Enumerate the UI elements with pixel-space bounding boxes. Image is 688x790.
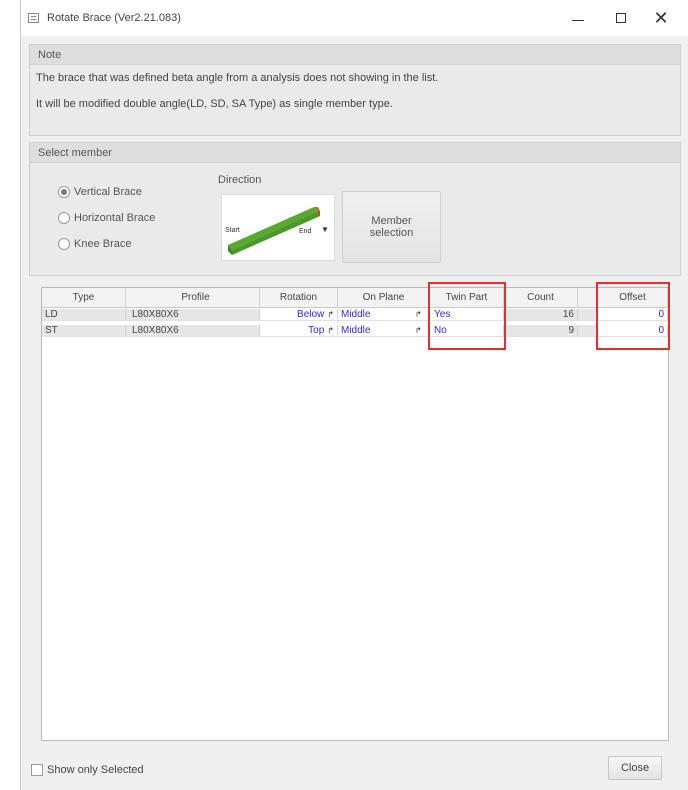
direction-dropdown-icon[interactable]: ▼ bbox=[321, 225, 329, 234]
vertical-brace-label: Vertical Brace bbox=[74, 186, 142, 198]
on-plane-value: Middle bbox=[341, 325, 371, 336]
header-count[interactable]: Count bbox=[504, 288, 578, 308]
cell-blank bbox=[578, 309, 598, 321]
note-line-1: The brace that was defined beta angle fr… bbox=[36, 72, 439, 84]
on-plane-value: Middle bbox=[341, 309, 371, 320]
cell-count: 16 bbox=[504, 309, 578, 321]
knee-brace-radio[interactable]: Knee Brace bbox=[58, 238, 131, 250]
twin-part-highlight bbox=[428, 282, 506, 350]
radio-unchecked-icon[interactable] bbox=[58, 212, 70, 224]
select-member-header: Select member bbox=[30, 143, 680, 163]
member-selection-button[interactable]: Member selection bbox=[342, 191, 441, 263]
header-on-plane[interactable]: On Plane bbox=[338, 288, 430, 308]
dropdown-icon[interactable]: ↱ bbox=[327, 310, 334, 319]
header-profile[interactable]: Profile bbox=[126, 288, 260, 308]
cell-rotation[interactable]: Below ↱ bbox=[260, 309, 338, 321]
maximize-button[interactable] bbox=[601, 6, 641, 30]
knee-brace-label: Knee Brace bbox=[74, 238, 132, 250]
radio-unchecked-icon[interactable] bbox=[58, 238, 70, 250]
note-header: Note bbox=[30, 45, 680, 65]
grid-header: Type Profile Rotation On Plane Twin Part… bbox=[42, 288, 668, 308]
rotation-value: Below bbox=[297, 309, 325, 320]
header-blank bbox=[578, 288, 598, 308]
table-row[interactable]: LD L80X80X6 Below ↱ Middle ↱ Yes 16 0 bbox=[42, 309, 668, 321]
cell-on-plane[interactable]: Middle ↱ bbox=[338, 309, 430, 321]
table-row[interactable]: ST L80X80X6 Top ↱ Middle ↱ No 9 0 bbox=[42, 325, 668, 337]
vertical-brace-radio[interactable]: Vertical Brace bbox=[58, 186, 142, 198]
direction-start-label: Start bbox=[225, 227, 240, 234]
header-rotation[interactable]: Rotation bbox=[260, 288, 338, 308]
cell-count: 9 bbox=[504, 325, 578, 337]
rotate-brace-window: Rotate Brace (Ver2.21.083) ✕ Note The br… bbox=[20, 0, 688, 790]
close-icon: ✕ bbox=[653, 7, 669, 29]
cell-type: ST bbox=[42, 325, 126, 337]
horizontal-brace-label: Horizontal Brace bbox=[74, 212, 156, 224]
title-bar[interactable]: Rotate Brace (Ver2.21.083) ✕ bbox=[21, 0, 688, 36]
cell-profile: L80X80X6 bbox=[126, 309, 260, 321]
select-member-group: Select member Vertical Brace Horizontal … bbox=[29, 142, 681, 276]
offset-highlight bbox=[596, 282, 670, 350]
maximize-icon bbox=[616, 13, 626, 23]
show-only-selected-label: Show only Selected bbox=[47, 764, 144, 776]
dropdown-icon[interactable]: ↱ bbox=[327, 326, 334, 335]
cell-type: LD bbox=[42, 309, 126, 321]
dropdown-icon[interactable]: ↱ bbox=[415, 310, 422, 319]
radio-checked-icon[interactable] bbox=[58, 186, 70, 198]
close-window-button[interactable]: ✕ bbox=[641, 6, 681, 30]
show-only-selected-checkbox[interactable]: Show only Selected bbox=[31, 764, 144, 776]
dropdown-icon[interactable]: ↱ bbox=[415, 326, 422, 335]
minimize-button[interactable] bbox=[558, 6, 598, 30]
brace-grid[interactable]: Type Profile Rotation On Plane Twin Part… bbox=[41, 287, 669, 741]
rotation-value: Top bbox=[308, 325, 325, 336]
checkbox-icon[interactable] bbox=[31, 764, 43, 776]
cell-profile: L80X80X6 bbox=[126, 325, 260, 337]
note-group: Note The brace that was defined beta ang… bbox=[29, 44, 681, 136]
cell-rotation[interactable]: Top ↱ bbox=[260, 325, 338, 337]
header-type[interactable]: Type bbox=[42, 288, 126, 308]
direction-end-label: End bbox=[299, 228, 312, 235]
direction-preview[interactable]: Start End ▼ bbox=[221, 194, 335, 261]
direction-label: Direction bbox=[218, 174, 262, 186]
close-button[interactable]: Close bbox=[608, 756, 662, 780]
window-title: Rotate Brace (Ver2.21.083) bbox=[47, 12, 181, 24]
cell-on-plane[interactable]: Middle ↱ bbox=[338, 325, 430, 337]
horizontal-brace-radio[interactable]: Horizontal Brace bbox=[58, 212, 155, 224]
minimize-icon bbox=[572, 19, 584, 21]
note-line-2: It will be modified double angle(LD, SD,… bbox=[36, 98, 393, 110]
cell-blank bbox=[578, 325, 598, 337]
app-icon bbox=[28, 13, 39, 23]
